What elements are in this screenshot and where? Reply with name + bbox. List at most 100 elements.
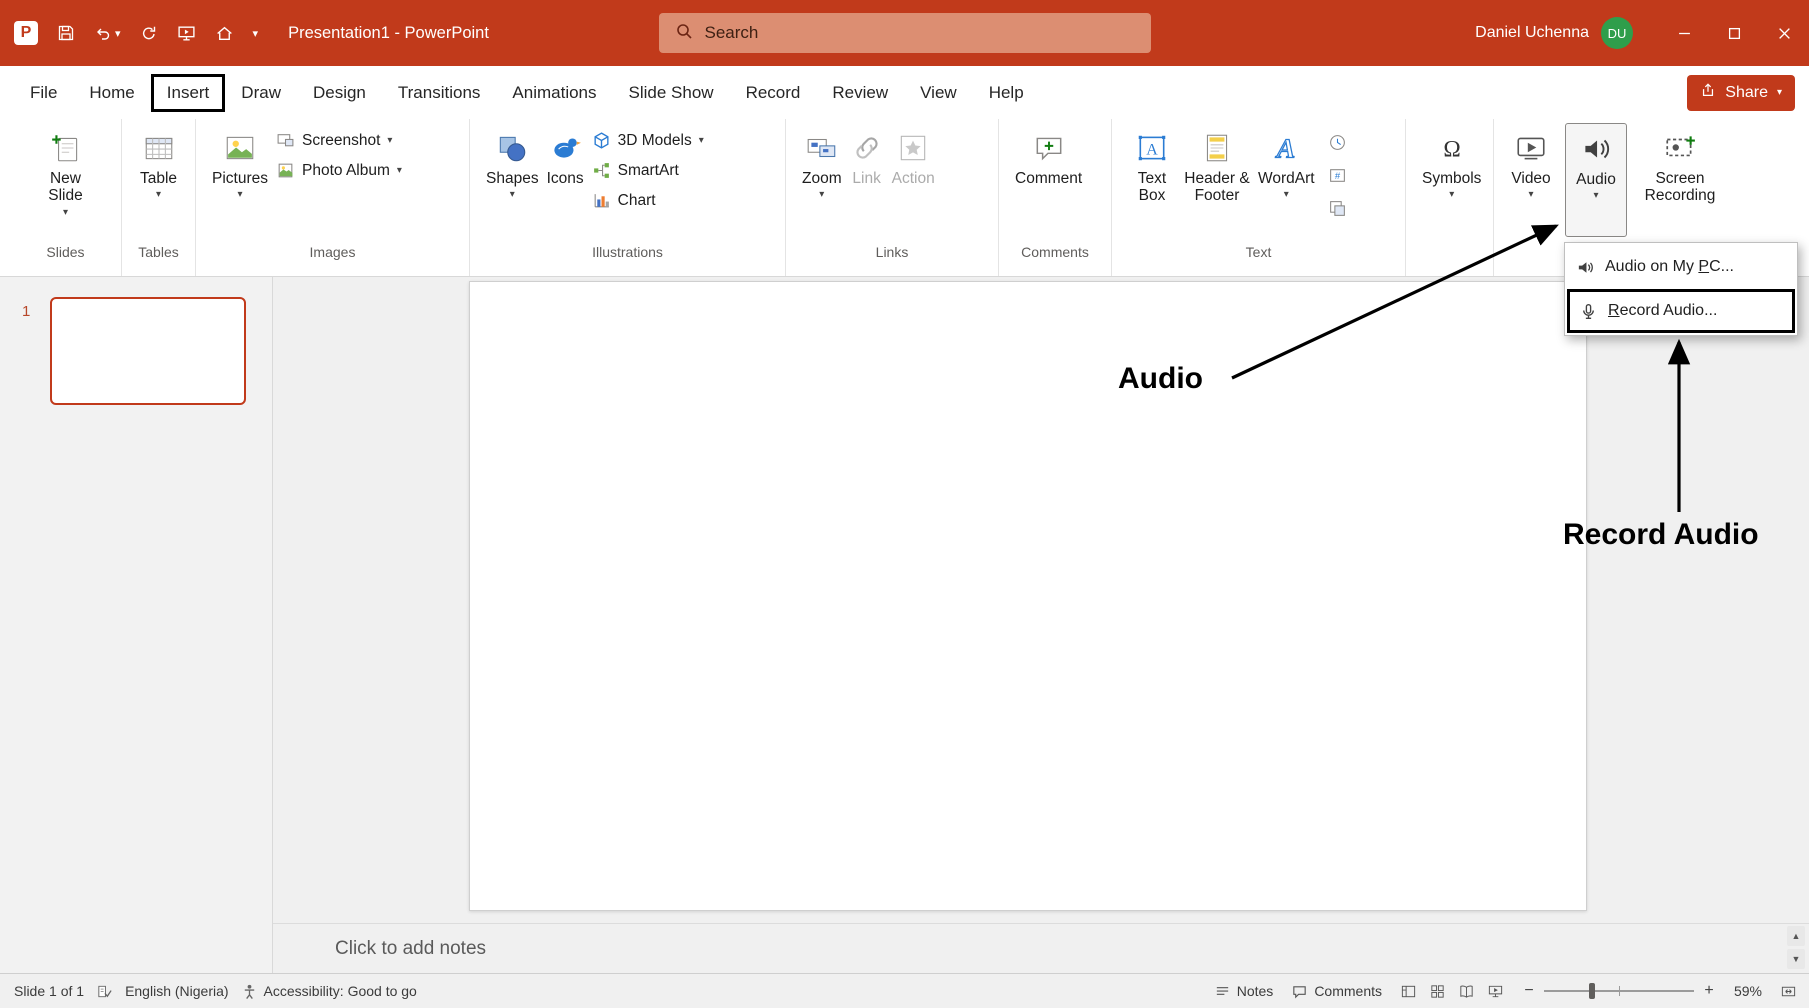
group-comments: Comment Comments [999,119,1112,276]
smartart-icon [592,161,611,180]
powerpoint-logo-icon[interactable]: P [14,21,38,45]
table-button[interactable]: Table ▾ [136,123,181,237]
language-indicator[interactable]: English (Nigeria) [125,983,228,999]
share-chevron-icon[interactable]: ▾ [1777,87,1782,98]
wordart-icon: A [1269,129,1303,167]
date-time-button[interactable] [1325,129,1351,155]
comments-toggle[interactable]: Comments [1291,983,1382,1000]
table-icon [142,129,176,167]
redo-button[interactable] [140,24,158,42]
zoom-slider-thumb[interactable] [1589,983,1595,999]
save-button[interactable] [57,24,75,42]
scroll-up-button[interactable]: ▲ [1787,926,1805,946]
zoom-label: Zoom [802,170,842,187]
text-box-label: Text Box [1128,170,1176,205]
header-footer-button[interactable]: Header & Footer [1180,123,1254,237]
icons-button[interactable]: Icons [543,123,588,237]
notes-pane[interactable]: Click to add notes [273,923,1809,973]
tab-slide-show[interactable]: Slide Show [613,74,730,112]
share-icon [1700,82,1716,103]
tab-home[interactable]: Home [73,74,150,112]
header-footer-label: Header & Footer [1184,170,1250,205]
zoom-in-button[interactable]: + [1702,982,1716,1000]
chevron-down-icon: ▾ [387,136,392,146]
share-button[interactable]: Share ▾ [1687,75,1795,111]
tab-animations[interactable]: Animations [496,74,612,112]
screenshot-button[interactable]: Screenshot ▾ [276,131,402,150]
scroll-down-button[interactable]: ▼ [1787,949,1805,969]
minimize-button[interactable] [1659,0,1709,66]
slide-thumbnail[interactable] [50,297,246,405]
spellcheck-icon[interactable] [96,983,113,1000]
slide-number-button[interactable]: # [1325,162,1351,188]
zoom-level[interactable]: 59% [1724,983,1762,999]
pictures-button[interactable]: Pictures ▾ [208,123,272,237]
slide-canvas[interactable] [469,281,1587,911]
zoom-slider[interactable] [1544,990,1694,992]
group-slides: New Slide ▾ Slides [10,119,122,276]
comment-button[interactable]: Comment [1011,123,1086,237]
notes-toggle[interactable]: Notes [1214,983,1274,1000]
zoom-out-button[interactable]: − [1522,982,1536,1000]
normal-view-button[interactable] [1400,983,1417,1000]
new-slide-button[interactable]: New Slide ▾ [38,123,94,237]
tab-record[interactable]: Record [730,74,817,112]
chevron-down-icon: ▾ [1528,190,1533,200]
home-icon[interactable] [215,24,234,43]
chart-button[interactable]: Chart [592,191,704,210]
search-box[interactable]: Search [659,13,1151,53]
ribbon-insert: New Slide ▾ Slides Table ▾ Tables Pictur [0,119,1809,277]
undo-chevron-icon[interactable]: ▾ [115,27,121,40]
audio-button[interactable]: Audio ▾ [1565,123,1627,237]
screen-recording-button[interactable]: Screen Recording [1632,123,1728,237]
reading-view-button[interactable] [1458,983,1475,1000]
menu-item-record-audio[interactable]: Record Audio... [1567,289,1795,333]
smartart-button[interactable]: SmartArt [592,161,704,180]
start-slideshow-icon[interactable] [177,24,196,43]
group-label-text: Text [1114,241,1403,263]
video-icon [1514,129,1548,167]
vertical-scrollbar: ▲ ▼ [1787,926,1805,969]
maximize-button[interactable] [1709,0,1759,66]
slideshow-view-button[interactable] [1487,983,1504,1000]
shapes-button[interactable]: Shapes ▾ [482,123,543,237]
new-slide-icon [49,129,83,167]
svg-text:Ω: Ω [1443,137,1460,163]
fit-to-window-button[interactable] [1780,983,1797,1000]
tab-draw[interactable]: Draw [225,74,297,112]
tab-design[interactable]: Design [297,74,382,112]
3d-models-label: 3D Models [618,132,692,150]
notes-icon [1214,983,1231,1000]
comments-toggle-label: Comments [1314,983,1382,999]
object-button[interactable] [1325,195,1351,221]
tab-transitions[interactable]: Transitions [382,74,497,112]
zoom-slider-tick [1619,986,1620,996]
accessibility-status[interactable]: Accessibility: Good to go [241,983,417,1000]
photo-album-button[interactable]: Photo Album ▾ [276,161,402,180]
tab-view[interactable]: View [904,74,973,112]
symbols-label: Symbols [1422,170,1481,187]
tab-file[interactable]: File [14,74,73,112]
slide-sorter-view-button[interactable] [1429,983,1446,1000]
wordart-button[interactable]: A WordArt ▾ [1254,123,1319,237]
symbols-button[interactable]: Ω Symbols ▾ [1418,123,1485,237]
customize-toolbar-chevron-icon[interactable]: ▾ [253,27,259,40]
chevron-down-icon: ▾ [1449,190,1454,200]
tab-review[interactable]: Review [816,74,904,112]
user-name[interactable]: Daniel Uchenna [1475,24,1589,42]
3d-models-button[interactable]: 3D Models ▾ [592,131,704,150]
action-icon [896,129,930,167]
video-button[interactable]: Video ▾ [1502,123,1560,237]
quick-access-toolbar: P ▾ ▾ [14,21,258,45]
avatar[interactable]: DU [1601,17,1633,49]
tab-insert[interactable]: Insert [151,74,226,112]
menu-item-audio-on-my-pc[interactable]: Audio on My PC... [1567,245,1795,289]
close-button[interactable] [1759,0,1809,66]
text-box-button[interactable]: A Text Box [1124,123,1180,237]
tab-help[interactable]: Help [973,74,1040,112]
undo-button[interactable]: ▾ [94,24,121,42]
accessibility-icon [241,983,258,1000]
comments-icon [1291,983,1308,1000]
zoom-button[interactable]: Zoom ▾ [798,123,846,237]
search-icon [675,22,693,45]
